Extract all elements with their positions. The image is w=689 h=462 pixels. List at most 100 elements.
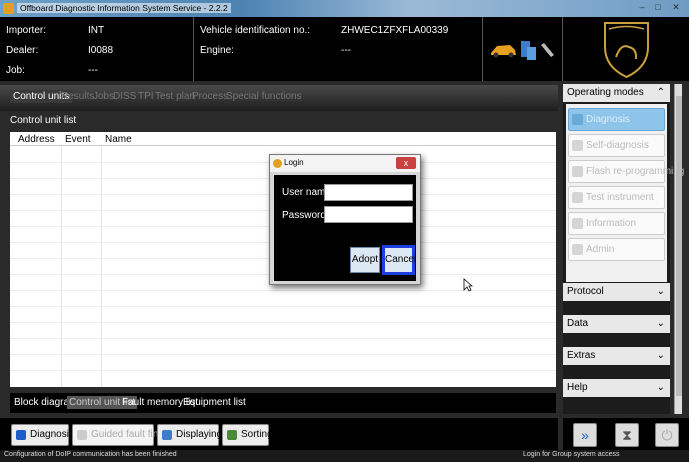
- mode-label: Information: [586, 218, 637, 229]
- mode-label: Admin: [586, 244, 615, 255]
- brand-logo: [562, 17, 689, 81]
- operating-modes-label: Operating modes: [567, 87, 644, 98]
- status-login-message: Login for Group system access: [523, 451, 620, 458]
- column-divider: [61, 146, 62, 387]
- chevron-up-icon: ⌃: [656, 87, 665, 98]
- job-value: ---: [88, 65, 98, 76]
- vehicle-connection-icons: [482, 17, 562, 81]
- forward-button[interactable]: »: [573, 423, 597, 447]
- mode-admin[interactable]: Admin: [568, 238, 665, 261]
- guided-fault-finding-button[interactable]: Guided fault finding: [72, 424, 177, 446]
- sort-icon: [227, 430, 237, 440]
- tab-diss[interactable]: DISS: [113, 91, 136, 102]
- protocol-section[interactable]: Protocol ⌄: [563, 283, 670, 301]
- exit-button[interactable]: ⏻: [655, 423, 679, 447]
- table-row: [10, 354, 556, 355]
- status-bar: Configuration of DoIP communication has …: [0, 450, 689, 462]
- control-unit-list-title: Control unit list: [10, 115, 77, 126]
- diagnosis-button[interactable]: Diagnosis: [11, 424, 74, 446]
- test-instrument-icon: [572, 192, 583, 203]
- password-input[interactable]: [324, 206, 413, 223]
- column-event[interactable]: Event: [65, 134, 91, 145]
- mode-information[interactable]: Information: [568, 212, 665, 235]
- extras-label: Extras: [567, 350, 596, 361]
- mode-diagnosis[interactable]: Diagnosis: [568, 108, 665, 131]
- data-label: Data: [567, 318, 589, 329]
- chevron-down-icon: ⌄: [656, 382, 665, 393]
- double-chevron-right-icon: »: [581, 427, 589, 443]
- tab-results[interactable]: Results: [61, 91, 94, 102]
- username-input[interactable]: [324, 184, 413, 201]
- mode-label: Test instrument: [586, 192, 654, 203]
- engine-label: Engine:: [200, 45, 234, 56]
- table-row: [10, 370, 556, 371]
- maximize-button[interactable]: □: [652, 2, 664, 13]
- app-icon: [273, 159, 282, 168]
- right-panel: Operating modes ⌃ Diagnosis Self-diagnos…: [563, 84, 684, 414]
- tab-tpi[interactable]: TPI: [138, 91, 154, 102]
- hourglass-icon: ⧗: [622, 427, 632, 443]
- chevron-down-icon: ⌄: [656, 318, 665, 329]
- play-icon: [77, 430, 87, 440]
- data-section[interactable]: Data ⌄: [563, 315, 670, 333]
- cancel-button[interactable]: Cancel: [382, 245, 416, 275]
- adopt-button[interactable]: Adopt: [350, 247, 380, 273]
- table-header: Address Event Name: [10, 132, 556, 146]
- importer-value: INT: [88, 25, 105, 36]
- window-title: Offboard Diagnostic Information System S…: [17, 3, 231, 13]
- table-row: [10, 338, 556, 339]
- close-icon[interactable]: x: [396, 157, 416, 169]
- displaying-button[interactable]: Displaying...: [157, 424, 230, 446]
- dealer-label: Dealer:: [6, 45, 39, 56]
- importer-label: Importer:: [6, 25, 47, 36]
- help-section[interactable]: Help ⌄: [563, 379, 670, 397]
- minimize-button[interactable]: –: [636, 2, 648, 13]
- mode-label: Self-diagnosis: [586, 140, 649, 151]
- diagnosis-icon: [16, 430, 26, 440]
- self-diagnosis-icon: [572, 140, 583, 151]
- app-icon: [3, 3, 14, 14]
- mouse-cursor-icon: [463, 278, 473, 292]
- info-bar: Importer: INT Dealer: I0088 Job: --- Veh…: [0, 17, 689, 81]
- tab-special-functions[interactable]: Special functions: [226, 91, 302, 102]
- sorting-button[interactable]: Sorting...: [222, 424, 281, 446]
- sorting-label: Sorting...: [241, 429, 282, 440]
- right-toolbar: » ⧗ ⏻: [563, 418, 689, 450]
- dealer-value: I0088: [88, 45, 114, 56]
- column-name[interactable]: Name: [105, 134, 132, 145]
- operating-modes-header[interactable]: Operating modes ⌃: [563, 84, 670, 102]
- mode-flash-reprogramming[interactable]: Flash re-programming: [568, 160, 684, 183]
- protocol-label: Protocol: [567, 286, 604, 297]
- car-icon: [491, 41, 554, 60]
- tab-jobs[interactable]: Jobs: [93, 91, 114, 102]
- right-panel-scrollbar[interactable]: [674, 84, 682, 414]
- help-label: Help: [567, 382, 588, 393]
- tab-process[interactable]: Process: [192, 91, 228, 102]
- vin-value: ZHWEC1ZFXFLA00339: [341, 25, 449, 36]
- mode-label: Flash re-programming: [586, 166, 685, 177]
- mode-test-instrument[interactable]: Test instrument: [568, 186, 665, 209]
- display-icon: [162, 430, 172, 440]
- job-label: Job:: [6, 65, 25, 76]
- scrollbar-thumb[interactable]: [676, 96, 682, 396]
- mode-label: Diagnosis: [586, 114, 630, 125]
- close-button[interactable]: ✕: [670, 2, 682, 13]
- column-divider: [101, 146, 102, 387]
- vehicle-info: Vehicle identification no.: ZHWEC1ZFXFLA…: [194, 17, 482, 81]
- diagnosis-icon: [572, 114, 583, 125]
- operating-modes-list: Diagnosis Self-diagnosis Flash re-progra…: [566, 104, 684, 282]
- mode-self-diagnosis[interactable]: Self-diagnosis: [568, 134, 665, 157]
- tab-test-plan[interactable]: Test plan: [155, 91, 195, 102]
- lamborghini-shield-icon: [604, 22, 649, 79]
- login-dialog: Login x User name Password Adopt Cancel: [269, 154, 421, 285]
- login-dialog-title: Login: [284, 158, 304, 167]
- table-row: [10, 322, 556, 323]
- column-address[interactable]: Address: [18, 134, 55, 145]
- extras-section[interactable]: Extras ⌄: [563, 347, 670, 365]
- chevron-down-icon: ⌄: [656, 286, 665, 297]
- hourglass-button[interactable]: ⧗: [615, 423, 639, 447]
- diagnosis-button-label: Diagnosis: [30, 429, 74, 440]
- engine-value: ---: [341, 45, 351, 56]
- tab-equipment-list[interactable]: Equipment list: [181, 396, 248, 409]
- main-tabs: Control units Results Jobs DISS TPI Test…: [0, 85, 558, 111]
